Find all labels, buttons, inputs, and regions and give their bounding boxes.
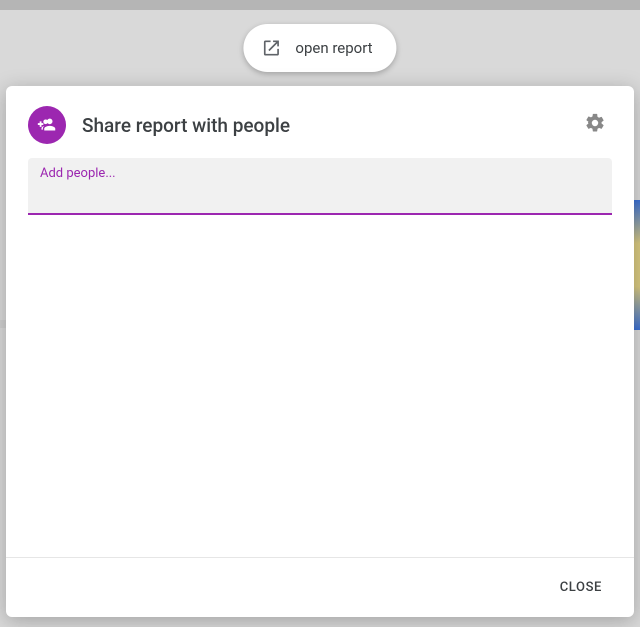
add-people-field[interactable]: Add people...: [28, 158, 612, 215]
launch-icon: [261, 38, 281, 58]
open-report-button[interactable]: open report: [243, 24, 396, 72]
group-add-icon: [28, 106, 66, 144]
dialog-footer: Close: [6, 557, 634, 617]
close-button[interactable]: Close: [550, 572, 612, 603]
add-people-label: Add people...: [40, 166, 600, 181]
settings-button[interactable]: [578, 108, 612, 142]
gear-icon: [584, 112, 606, 138]
open-report-label: open report: [295, 39, 372, 57]
backdrop-strip: [0, 0, 640, 10]
dialog-body: [6, 215, 634, 557]
backdrop-strip: [634, 200, 640, 330]
share-dialog: Share report with people Add people... C…: [6, 86, 634, 617]
dialog-header: Share report with people: [6, 86, 634, 158]
dialog-title: Share report with people: [82, 114, 562, 137]
add-people-input[interactable]: [40, 185, 600, 207]
